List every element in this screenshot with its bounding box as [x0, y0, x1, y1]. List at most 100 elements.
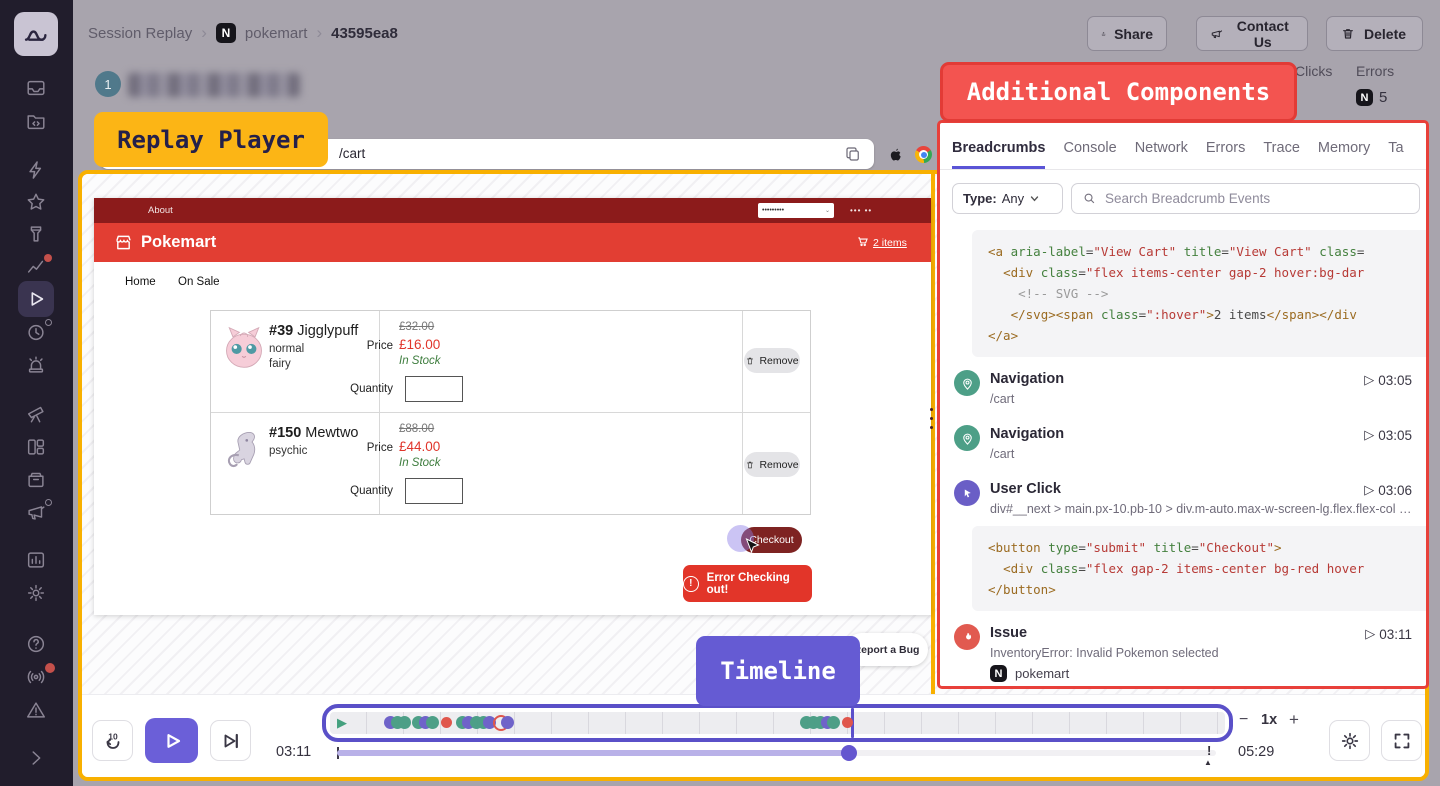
- event-jump-time[interactable]: ▷03:05: [1364, 372, 1412, 388]
- star-icon[interactable]: [25, 191, 47, 213]
- inspector-panel: Breadcrumbs Console Network Errors Trace…: [937, 120, 1429, 689]
- breadcrumb: Session Replay › N pokemart › 43595ea8: [88, 23, 398, 43]
- site-about-link: About: [148, 205, 173, 216]
- replay-viewport[interactable]: About •••••••••⌄ ••• •• Pokemart 2 items…: [94, 198, 931, 615]
- experiments-icon[interactable]: [25, 402, 47, 424]
- reports-icon[interactable]: [25, 549, 47, 571]
- play-from-icon: ▷: [1364, 427, 1374, 443]
- timeline-marker-start[interactable]: ▶: [337, 716, 351, 729]
- cart-table: #39 Jigglypuff normal fairy Price £32.00…: [210, 310, 811, 515]
- site-menu-dots: ••• ••: [850, 206, 872, 215]
- tab-breadcrumbs[interactable]: Breadcrumbs: [952, 140, 1045, 169]
- event-row-issue[interactable]: Issue InventoryError: Invalid Pokemon se…: [954, 624, 1418, 686]
- issue-flame-icon: [954, 624, 980, 650]
- speed-value[interactable]: 1x: [1261, 712, 1277, 728]
- help-icon[interactable]: [25, 633, 47, 655]
- apple-os-icon: [886, 144, 905, 165]
- blurred-person-name: [128, 73, 300, 97]
- tab-trace[interactable]: Trace: [1263, 140, 1300, 169]
- site-topbar: About •••••••••⌄ ••• ••: [94, 198, 931, 223]
- event-jump-time[interactable]: ▷03:06: [1364, 482, 1412, 498]
- contact-us-button[interactable]: Contact Us: [1196, 16, 1308, 51]
- gear-icon: [1339, 730, 1361, 752]
- timeline-marker-g[interactable]: [827, 716, 840, 729]
- play-from-icon: ▷: [1364, 372, 1374, 388]
- share-button[interactable]: Share: [1087, 16, 1167, 51]
- scrubber-handle[interactable]: [841, 745, 857, 761]
- session-number-badge: 1: [95, 71, 121, 97]
- error-badge-icon: N: [1356, 89, 1373, 106]
- search-input[interactable]: [1105, 191, 1409, 206]
- expand-sidebar-icon[interactable]: [25, 747, 47, 769]
- panel-resize-handle[interactable]: [930, 408, 933, 429]
- scrubber[interactable]: ! ▲: [337, 750, 1216, 756]
- siren-icon[interactable]: [25, 354, 47, 376]
- history-icon[interactable]: [25, 321, 47, 343]
- navigation-pin-icon: [954, 370, 980, 396]
- dashboards-icon[interactable]: [25, 436, 47, 458]
- warning-icon[interactable]: [25, 699, 47, 721]
- inbox-icon[interactable]: [25, 77, 47, 99]
- annotation-additional-components: Additional Components: [940, 62, 1297, 122]
- delete-button[interactable]: Delete: [1326, 16, 1423, 51]
- megaphone-icon: [1210, 26, 1224, 42]
- breadcrumb-project[interactable]: pokemart: [245, 25, 308, 42]
- timeline-marker-p[interactable]: [501, 716, 514, 729]
- settings-gear-icon[interactable]: [25, 582, 47, 604]
- play-from-icon: ▷: [1364, 482, 1374, 498]
- type-filter-dropdown[interactable]: Type:Any: [952, 183, 1063, 214]
- skip-to-end-button[interactable]: [210, 720, 251, 761]
- site-nav-onsale: On Sale: [178, 276, 220, 288]
- quantity-input: [405, 376, 463, 402]
- session-replay-icon[interactable]: [18, 281, 54, 317]
- cart-row-jigglypuff: #39 Jigglypuff normal fairy Price £32.00…: [211, 311, 810, 413]
- posthog-logo[interactable]: [14, 12, 58, 56]
- share-icon: [1101, 26, 1106, 42]
- status-notification-dot: [45, 663, 55, 673]
- scrubber-end-arrow: ▲: [1204, 758, 1212, 767]
- flash-icon[interactable]: [25, 223, 47, 245]
- event-jump-time[interactable]: ▷03:05: [1364, 427, 1412, 443]
- timeline-marker-g[interactable]: [426, 716, 439, 729]
- speed-increase-button[interactable]: +: [1289, 710, 1299, 730]
- annotation-timeline: Timeline: [696, 636, 860, 706]
- code-snippet-view-cart: <a aria-label="View Cart" title="View Ca…: [972, 230, 1429, 357]
- tab-console[interactable]: Console: [1063, 140, 1116, 169]
- timeline-marker-r[interactable]: [842, 717, 853, 728]
- event-jump-time[interactable]: ▷03:11: [1365, 626, 1412, 642]
- breadcrumb-separator: ›: [201, 23, 207, 43]
- navigation-pin-icon: [954, 425, 980, 451]
- tab-truncated[interactable]: Ta: [1388, 140, 1403, 169]
- bolt-icon[interactable]: [25, 159, 47, 181]
- play-button[interactable]: [145, 718, 198, 763]
- tab-memory[interactable]: Memory: [1318, 140, 1370, 169]
- box-icon[interactable]: [25, 468, 47, 490]
- copy-url-icon[interactable]: [844, 145, 862, 163]
- player-settings-button[interactable]: [1329, 720, 1370, 761]
- speed-decrease-button[interactable]: −: [1239, 711, 1248, 729]
- errors-label: Errors: [1356, 63, 1394, 79]
- error-toast: ! Error Checking out!: [683, 565, 812, 602]
- event-row-navigation-1[interactable]: Navigation /cart ▷03:05: [954, 370, 1418, 418]
- status-icon[interactable]: [25, 666, 47, 688]
- rewind-10-button[interactable]: 10: [92, 720, 133, 761]
- announcements-icon[interactable]: [25, 501, 47, 523]
- timeline-marker-g[interactable]: [398, 716, 411, 729]
- cursor-icon: [745, 538, 760, 556]
- play-icon: [160, 729, 184, 753]
- timeline-marker-r[interactable]: [441, 717, 452, 728]
- tab-network[interactable]: Network: [1135, 140, 1188, 169]
- tab-errors[interactable]: Errors: [1206, 140, 1245, 169]
- event-row-user-click[interactable]: User Click div#__next > main.px-10.pb-10…: [954, 480, 1418, 528]
- event-row-navigation-2[interactable]: Navigation /cart ▷03:05: [954, 425, 1418, 473]
- annotation-replay-player: Replay Player: [94, 112, 328, 167]
- scrubber-fill: [337, 750, 849, 756]
- code-folder-icon[interactable]: [25, 110, 47, 132]
- breadcrumb-root[interactable]: Session Replay: [88, 25, 192, 42]
- cart-row-mewtwo: #150 Mewtwo psychic Price £88.00 £44.00 …: [211, 413, 810, 515]
- fullscreen-button[interactable]: [1381, 720, 1422, 761]
- site-dropdown: •••••••••⌄: [758, 203, 834, 218]
- timeline-track[interactable]: ▶: [330, 712, 1225, 734]
- player-panel-divider: [931, 174, 935, 694]
- chrome-browser-icon: [915, 146, 932, 163]
